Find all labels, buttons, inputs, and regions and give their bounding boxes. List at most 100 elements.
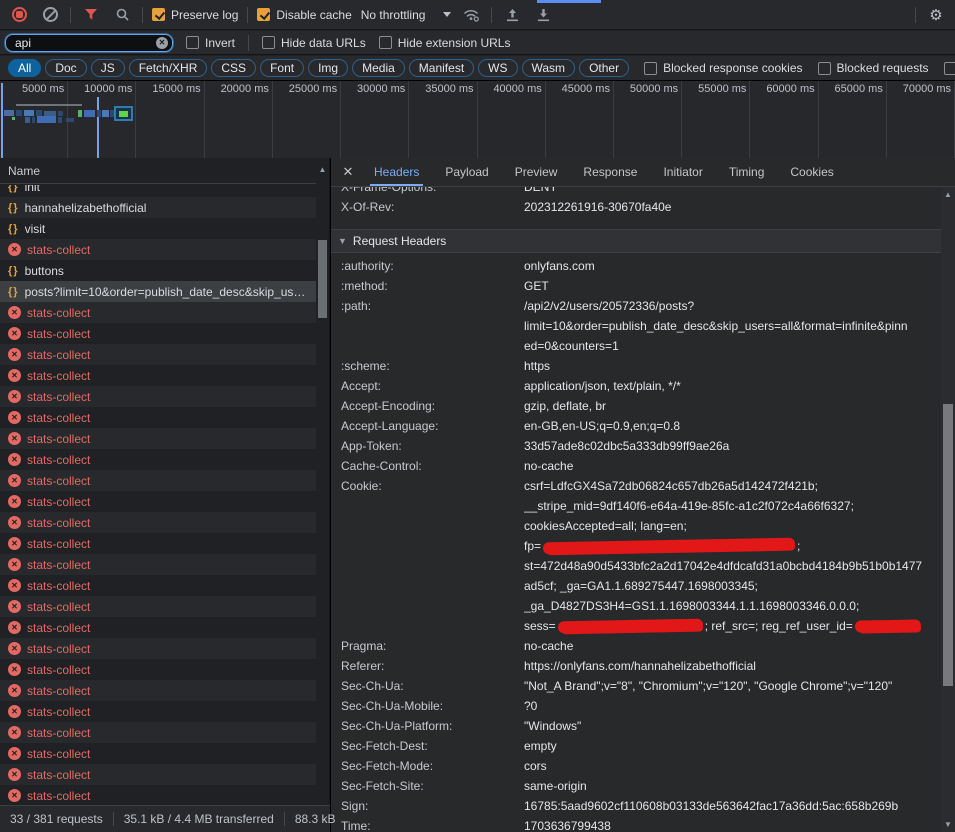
tab-initiator[interactable]: Initiator xyxy=(650,158,715,186)
request-name: stats-collect xyxy=(27,789,312,803)
request-row[interactable]: {}hannahelizabethofficial xyxy=(0,197,316,218)
request-row[interactable]: {}posts?limit=10&order=publish_date_desc… xyxy=(0,281,316,302)
filter-input[interactable] xyxy=(13,35,156,51)
header-name: Sec-Fetch-Mode: xyxy=(331,756,524,776)
request-row[interactable]: ✕stats-collect xyxy=(0,764,316,785)
request-count: 33 / 381 requests xyxy=(0,812,113,826)
disable-cache-checkbox[interactable]: Disable cache xyxy=(257,8,351,22)
filter-toggle-button[interactable] xyxy=(80,4,102,26)
filter-checkbox-blocked-response-cookies[interactable]: Blocked response cookies xyxy=(644,61,802,75)
type-filter-media[interactable]: Media xyxy=(352,59,405,77)
network-overview[interactable]: 5000 ms10000 ms15000 ms20000 ms25000 ms3… xyxy=(0,81,955,159)
type-filter-img[interactable]: Img xyxy=(308,59,348,77)
tab-timing[interactable]: Timing xyxy=(716,158,778,186)
request-row[interactable]: ✕stats-collect xyxy=(0,533,316,554)
request-list-scrollbar[interactable]: ▲ xyxy=(316,158,329,805)
tab-response[interactable]: Response xyxy=(570,158,650,186)
request-row[interactable]: ✕stats-collect xyxy=(0,491,316,512)
request-row[interactable]: ✕stats-collect xyxy=(0,365,316,386)
request-row[interactable]: ✕stats-collect xyxy=(0,575,316,596)
request-row[interactable]: ✕stats-collect xyxy=(0,743,316,764)
header-name: Sec-Fetch-Site: xyxy=(331,776,524,796)
request-name: stats-collect xyxy=(27,726,312,740)
scroll-up-icon[interactable]: ▲ xyxy=(316,165,329,174)
invert-checkbox[interactable]: Invert xyxy=(186,36,235,50)
scroll-down-icon[interactable]: ▼ xyxy=(941,820,955,829)
filter-checkbox-blocked-requests[interactable]: Blocked requests xyxy=(818,61,929,75)
tab-headers[interactable]: Headers xyxy=(361,158,432,186)
header-value-line: https xyxy=(524,356,941,376)
clear-filter-icon[interactable]: ✕ xyxy=(156,37,168,49)
type-filter-font[interactable]: Font xyxy=(260,59,304,77)
request-name: stats-collect xyxy=(27,411,312,425)
request-row[interactable]: ✕stats-collect xyxy=(0,722,316,743)
request-row[interactable]: ✕stats-collect xyxy=(0,638,316,659)
hide-extension-urls-checkbox[interactable]: Hide extension URLs xyxy=(379,36,511,50)
details-scrollbar[interactable]: ▲ ▼ xyxy=(941,187,955,832)
request-row[interactable]: {}buttons xyxy=(0,260,316,281)
search-button[interactable] xyxy=(111,4,133,26)
request-row[interactable]: ✕stats-collect xyxy=(0,680,316,701)
request-headers-section[interactable]: ▼ Request Headers xyxy=(331,229,941,253)
request-row[interactable]: ✕stats-collect xyxy=(0,512,316,533)
record-button[interactable] xyxy=(8,4,30,26)
request-row[interactable]: {}visit xyxy=(0,218,316,239)
request-row[interactable]: ✕stats-collect xyxy=(0,323,316,344)
type-filter-manifest[interactable]: Manifest xyxy=(409,59,474,77)
scrollbar-thumb[interactable] xyxy=(943,404,953,686)
throttling-select[interactable]: No throttling xyxy=(361,8,452,22)
request-details-pane: ✕ HeadersPayloadPreviewResponseInitiator… xyxy=(330,158,955,832)
request-row[interactable]: ✕stats-collect xyxy=(0,344,316,365)
selection-guide-right[interactable] xyxy=(97,97,99,158)
request-row[interactable]: ✕stats-collect xyxy=(0,302,316,323)
hide-data-urls-checkbox[interactable]: Hide data URLs xyxy=(262,36,366,50)
network-conditions-button[interactable] xyxy=(460,4,482,26)
export-har-button[interactable] xyxy=(532,4,554,26)
clear-button[interactable] xyxy=(39,4,61,26)
request-row[interactable]: ✕stats-collect xyxy=(0,449,316,470)
filter-checkbox-3rd-party-requests[interactable]: 3rd-party requests xyxy=(944,61,955,75)
request-row[interactable]: ✕stats-collect xyxy=(0,428,316,449)
tab-preview[interactable]: Preview xyxy=(502,158,571,186)
name-column-header[interactable]: Name xyxy=(0,158,329,184)
request-row[interactable]: ✕stats-collect xyxy=(0,785,316,805)
waterfall-bar xyxy=(78,110,82,117)
transferred-size: 35.1 kB / 4.4 MB transferred xyxy=(114,812,284,826)
request-row[interactable]: ✕stats-collect xyxy=(0,701,316,722)
json-icon: {} xyxy=(8,286,19,298)
request-row[interactable]: ✕stats-collect xyxy=(0,554,316,575)
resource-type-filter-row: AllDoc JSFetch/XHRCSSFontImgMediaManifest… xyxy=(0,56,955,81)
type-filter-fetch-xhr[interactable]: Fetch/XHR xyxy=(129,59,208,77)
type-filter-all[interactable]: All xyxy=(8,59,41,77)
clear-icon xyxy=(43,7,58,22)
request-row[interactable]: ✕stats-collect xyxy=(0,617,316,638)
scroll-up-icon[interactable]: ▲ xyxy=(941,190,955,199)
tab-payload[interactable]: Payload xyxy=(432,158,501,186)
value-text: fp= xyxy=(524,539,541,553)
scrollbar-thumb[interactable] xyxy=(318,240,327,318)
type-filter-ws[interactable]: WS xyxy=(478,59,517,77)
header-value-line: DENY xyxy=(524,187,941,197)
request-row[interactable]: ✕stats-collect xyxy=(0,470,316,491)
request-row[interactable]: ✕stats-collect xyxy=(0,407,316,428)
request-row[interactable]: ✕stats-collect xyxy=(0,386,316,407)
checkbox-label: Blocked response cookies xyxy=(663,61,802,75)
preserve-log-checkbox[interactable]: Preserve log xyxy=(152,8,238,22)
request-row[interactable]: {}init xyxy=(0,185,316,197)
type-filter-doc[interactable]: Doc xyxy=(45,59,86,77)
type-filter-css[interactable]: CSS xyxy=(211,59,256,77)
request-row[interactable]: ✕stats-collect xyxy=(0,239,316,260)
request-name: stats-collect xyxy=(27,495,312,509)
settings-gear-icon[interactable]: ⚙ xyxy=(925,4,947,26)
type-filter-other[interactable]: Other xyxy=(579,59,629,77)
request-row[interactable]: ✕stats-collect xyxy=(0,659,316,680)
waterfall-bar xyxy=(58,111,63,116)
type-filter-js[interactable]: JS xyxy=(91,59,125,77)
error-icon: ✕ xyxy=(8,432,21,445)
request-row[interactable]: ✕stats-collect xyxy=(0,596,316,617)
type-filter-wasm[interactable]: Wasm xyxy=(522,59,576,77)
import-har-button[interactable] xyxy=(501,4,523,26)
tab-cookies[interactable]: Cookies xyxy=(777,158,846,186)
selection-guide-left[interactable] xyxy=(1,83,3,158)
close-details-button[interactable]: ✕ xyxy=(335,164,361,180)
